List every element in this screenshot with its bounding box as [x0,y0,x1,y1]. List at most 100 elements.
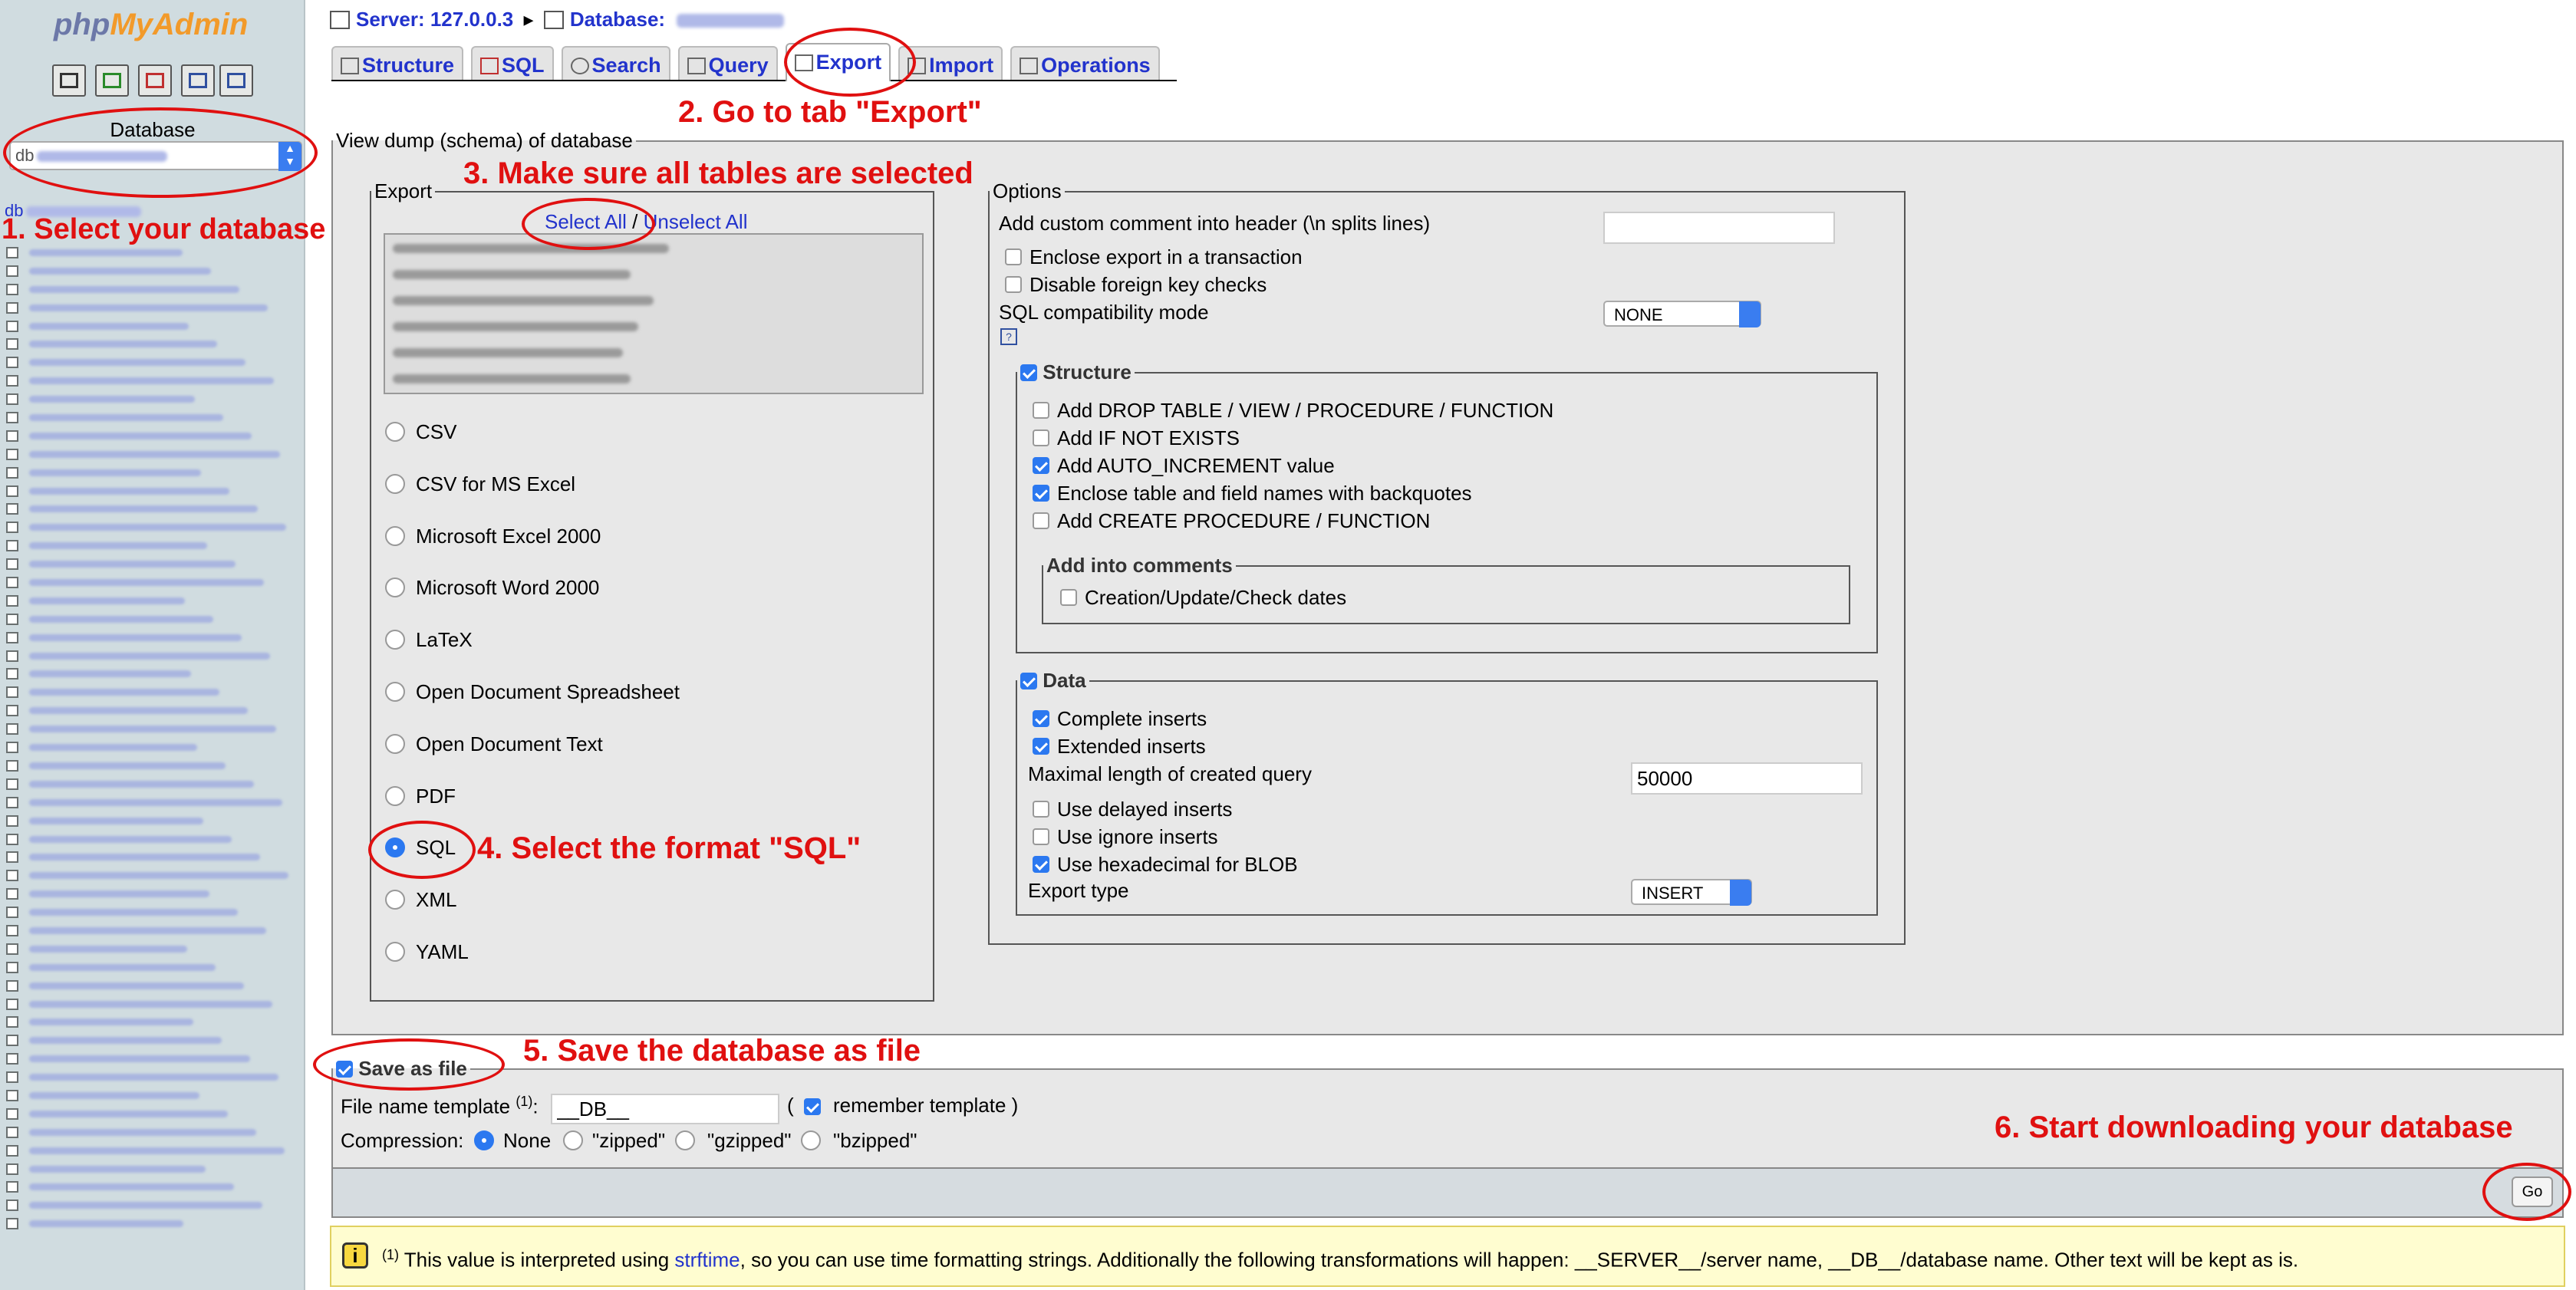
table-row[interactable] [6,1124,304,1142]
table-row[interactable] [6,537,304,555]
table-row[interactable] [6,446,304,464]
strftime-link[interactable]: strftime [674,1249,740,1272]
table-row[interactable] [6,372,304,390]
table-row[interactable] [6,1013,304,1032]
hex-blob-checkbox[interactable] [1033,856,1049,873]
compression-zipped-radio[interactable] [563,1130,583,1150]
table-row[interactable] [6,281,304,299]
table-row[interactable] [6,335,304,354]
disable-fk-checkbox[interactable] [1005,276,1022,293]
enclose-transaction-checkbox[interactable] [1005,248,1022,265]
format-radio-latex[interactable] [385,630,405,650]
table-row[interactable] [6,848,304,867]
table-row[interactable] [6,647,304,666]
if-not-exists-checkbox[interactable] [1033,429,1049,446]
database-icon[interactable] [95,64,129,97]
tab-structure[interactable]: Structure [331,46,464,80]
table-row[interactable] [6,610,304,629]
compression-bzipped-radio[interactable] [801,1130,821,1150]
table-row[interactable] [6,739,304,757]
table-row[interactable] [6,940,304,959]
list-item[interactable] [385,235,922,261]
format-radio-yaml[interactable] [385,942,405,962]
table-row[interactable] [6,464,304,482]
table-row[interactable] [6,1196,304,1215]
compat-mode-select[interactable]: NONE [1603,301,1761,327]
format-radio-microsoft-excel-2000[interactable] [385,525,405,546]
compression-gzipped-radio[interactable] [675,1130,695,1150]
list-item[interactable] [385,261,922,287]
table-row[interactable] [6,1215,304,1233]
table-row[interactable] [6,1160,304,1179]
unselect-all-link[interactable]: Unselect All [644,210,748,233]
table-row[interactable] [6,867,304,885]
table-row[interactable] [6,757,304,775]
table-row[interactable] [6,555,304,574]
breadcrumb-server[interactable]: Server: 127.0.0.3 [356,8,513,31]
table-row[interactable] [6,665,304,683]
list-item[interactable] [385,313,922,339]
list-item[interactable] [385,287,922,313]
list-item[interactable] [385,365,922,391]
table-row[interactable] [6,720,304,739]
list-item[interactable] [385,339,922,365]
table-row[interactable] [6,1068,304,1087]
table-row[interactable] [6,775,304,794]
drop-table-checkbox[interactable] [1033,402,1049,419]
table-row[interactable] [6,409,304,427]
compression-none-radio[interactable] [474,1130,494,1150]
table-row[interactable] [6,574,304,592]
table-row[interactable] [6,1050,304,1068]
docs-icon[interactable] [181,64,215,97]
breadcrumb-database[interactable]: Database: [570,8,665,31]
settings-icon[interactable] [219,64,253,97]
table-row[interactable] [6,299,304,318]
table-row[interactable] [6,390,304,409]
table-row[interactable] [6,354,304,372]
table-row[interactable] [6,977,304,995]
remember-template-checkbox[interactable] [804,1098,821,1115]
table-row[interactable] [6,262,304,281]
format-radio-xml[interactable] [385,890,405,910]
structure-checkbox[interactable] [1020,364,1037,381]
table-row[interactable] [6,812,304,831]
auto-increment-checkbox[interactable] [1033,457,1049,474]
table-row[interactable] [6,1142,304,1160]
tab-sql[interactable]: SQL [471,46,554,80]
table-row[interactable] [6,427,304,446]
table-row[interactable] [6,1087,304,1105]
table-row[interactable] [6,831,304,849]
tab-query[interactable]: Query [677,46,778,80]
home-icon[interactable] [52,64,86,97]
extended-inserts-checkbox[interactable] [1033,738,1049,755]
format-radio-pdf[interactable] [385,785,405,806]
export-type-select[interactable]: INSERT [1631,879,1752,906]
table-row[interactable] [6,244,304,262]
format-radio-open-document-spreadsheet[interactable] [385,682,405,702]
table-row[interactable] [6,1178,304,1196]
table-row[interactable] [6,794,304,812]
backquotes-checkbox[interactable] [1033,485,1049,502]
table-row[interactable] [6,592,304,610]
table-row[interactable] [6,629,304,647]
tab-search[interactable]: Search [561,46,670,80]
table-row[interactable] [6,702,304,720]
table-row[interactable] [6,1105,304,1124]
complete-inserts-checkbox[interactable] [1033,710,1049,727]
table-row[interactable] [6,518,304,537]
phpmyadmin-logo[interactable]: phpMyAdmin [54,8,248,42]
table-row[interactable] [6,482,304,501]
table-row[interactable] [6,500,304,518]
max-length-input[interactable] [1631,762,1863,795]
format-radio-csv-for-ms-excel[interactable] [385,473,405,494]
data-checkbox[interactable] [1020,673,1037,689]
file-template-input[interactable] [551,1094,779,1124]
table-row[interactable] [6,903,304,922]
format-radio-open-document-text[interactable] [385,733,405,754]
tables-multiselect[interactable] [384,233,924,394]
table-row[interactable] [6,959,304,977]
format-radio-csv[interactable] [385,422,405,442]
table-row[interactable] [6,683,304,702]
ignore-inserts-checkbox[interactable] [1033,828,1049,845]
custom-comment-input[interactable] [1603,212,1835,244]
